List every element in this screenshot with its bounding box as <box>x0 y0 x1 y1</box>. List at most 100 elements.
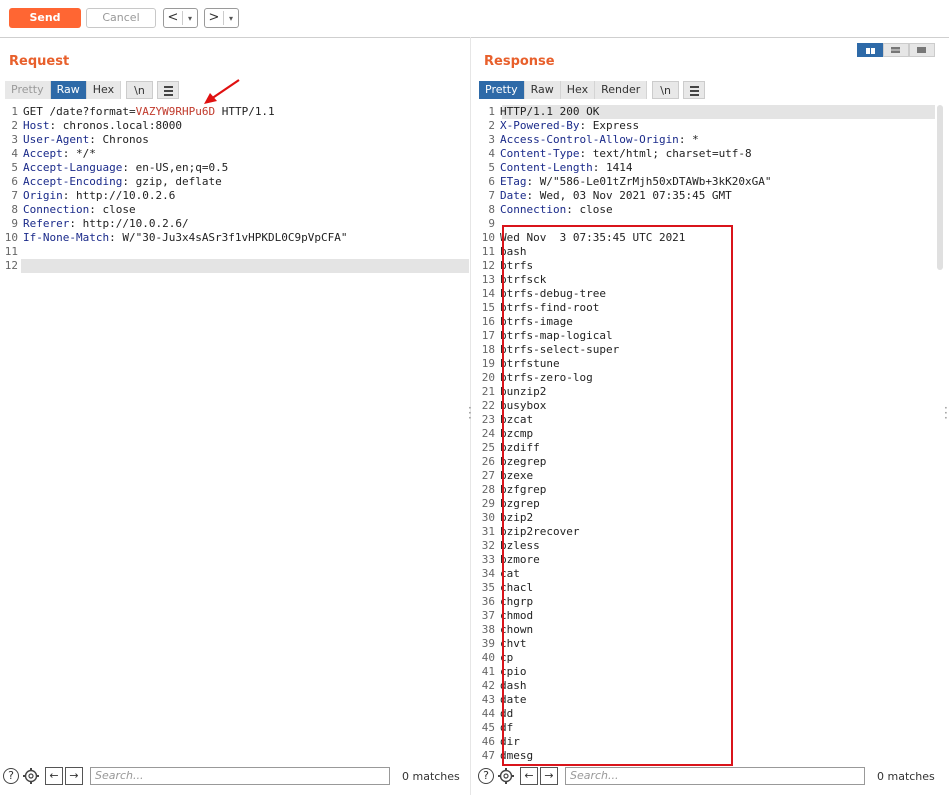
line-number: 41 <box>481 665 495 678</box>
header-line: 10 If-None-Match: W/"30-Ju3x4sASr3f1vHPKD… <box>0 231 468 245</box>
line-number: 10 <box>4 231 18 244</box>
header-value: close <box>102 203 136 216</box>
line-number: 30 <box>481 511 495 524</box>
next-match-icon[interactable]: → <box>65 767 83 785</box>
line-number: 15 <box>481 301 495 314</box>
tab-pretty[interactable]: Pretty <box>5 81 51 99</box>
header-value: chronos.local:8000 <box>62 119 182 132</box>
request-match-count: 0 matches <box>402 769 460 783</box>
single-pane-icon[interactable] <box>909 43 935 57</box>
header-line: 9 Referer: http://10.0.2.6/ <box>0 217 468 231</box>
previous-match-icon[interactable]: ← <box>45 767 63 785</box>
header-value: Chronos <box>102 133 149 146</box>
history-back-group[interactable]: < ▾ <box>163 8 198 28</box>
header-line: 8 Connection: close <box>0 203 468 217</box>
tab-pretty[interactable]: Pretty <box>479 81 525 99</box>
menu-icon[interactable] <box>156 81 179 99</box>
line-number: 13 <box>481 273 495 286</box>
line-number: 5 <box>488 161 495 174</box>
line-number: 11 <box>481 245 495 258</box>
header-name: Connection <box>23 203 90 216</box>
header-name: Content-Type <box>500 147 580 160</box>
status-line: 1 HTTP/1.1 200 OK <box>488 105 600 118</box>
header-line: 8 Connection: close <box>477 203 937 217</box>
line-number: 23 <box>481 413 495 426</box>
line-number: 8 <box>11 203 18 216</box>
tab-newline[interactable]: \n <box>652 81 679 99</box>
pane-resize-handle-icon[interactable]: · · · <box>468 402 472 424</box>
header-name: Host <box>23 119 50 132</box>
top-toolbar: Send Cancel < ▾ > ▾ <box>0 0 949 38</box>
chevron-down-icon[interactable]: ▾ <box>224 14 238 23</box>
line-number: 24 <box>481 427 495 440</box>
response-scrollbar[interactable] <box>937 105 943 270</box>
line-number: 36 <box>481 595 495 608</box>
response-match-count: 0 matches <box>877 769 935 783</box>
header-name: User-Agent <box>23 133 90 146</box>
tab-render[interactable]: Render <box>595 81 648 99</box>
chevron-down-icon[interactable]: ▾ <box>183 14 197 23</box>
help-icon[interactable]: ? <box>3 768 19 784</box>
header-line: 6 ETag: W/"586-Le01tZrMjh50xDTAWb+3kK20xG… <box>477 175 937 189</box>
tab-hex[interactable]: Hex <box>86 81 122 99</box>
line-number: 2 <box>488 119 495 132</box>
line-number: 7 <box>11 189 18 202</box>
header-line: 5 Accept-Language: en-US,en;q=0.5 <box>0 161 468 175</box>
layout-toggle <box>857 43 935 57</box>
header-name: Accept-Encoding <box>23 175 123 188</box>
line-number: 39 <box>481 637 495 650</box>
line-number: 46 <box>481 735 495 748</box>
previous-match-icon[interactable]: ← <box>520 767 538 785</box>
annotation-highlight-box <box>502 225 733 766</box>
settings-gear-icon[interactable] <box>497 767 515 785</box>
pane-resize-handle-icon[interactable]: · · · <box>944 402 948 424</box>
header-line: 2 Host: chronos.local:8000 <box>0 119 468 133</box>
line-number: 12 <box>4 259 18 272</box>
header-line: 3 Access-Control-Allow-Origin: * <box>477 133 937 147</box>
send-button[interactable]: Send <box>9 8 81 28</box>
settings-gear-icon[interactable] <box>22 767 40 785</box>
tab-newline[interactable]: \n <box>126 81 153 99</box>
header-line: 7 Date: Wed, 03 Nov 2021 07:35:45 GMT <box>477 189 937 203</box>
line-number: 19 <box>481 357 495 370</box>
line-number: 44 <box>481 707 495 720</box>
back-arrow-icon[interactable]: < <box>164 9 182 27</box>
header-line: 4 Content-Type: text/html; charset=utf-8 <box>477 147 937 161</box>
split-horizontal-icon[interactable] <box>857 43 883 57</box>
response-search-input[interactable]: Search... <box>565 767 865 785</box>
request-title: Request <box>9 54 70 69</box>
split-vertical-icon[interactable] <box>883 43 909 57</box>
header-value: */* <box>76 147 96 160</box>
line-number: 4 <box>11 147 18 160</box>
line-number: 3 <box>11 133 18 146</box>
header-name: Access-Control-Allow-Origin <box>500 133 679 146</box>
tab-raw[interactable]: Raw <box>524 81 561 99</box>
history-forward-group[interactable]: > ▾ <box>204 8 239 28</box>
response-title: Response <box>484 54 555 69</box>
header-name: Content-Length <box>500 161 593 174</box>
forward-arrow-icon[interactable]: > <box>205 9 223 27</box>
header-line: 7 Origin: http://10.0.2.6 <box>0 189 468 203</box>
request-search-bar: ? ← → Search... 0 matches <box>3 765 460 787</box>
request-search-input[interactable]: Search... <box>90 767 390 785</box>
line-number: 12 <box>481 259 495 272</box>
line-number: 28 <box>481 483 495 496</box>
line-number: 32 <box>481 539 495 552</box>
help-icon[interactable]: ? <box>478 768 494 784</box>
next-match-icon[interactable]: → <box>540 767 558 785</box>
line-number: 34 <box>481 567 495 580</box>
tab-hex[interactable]: Hex <box>560 81 596 99</box>
header-name: Origin <box>23 189 63 202</box>
tab-raw[interactable]: Raw <box>50 81 87 99</box>
line-number: 9 <box>11 217 18 230</box>
line-number: 9 <box>488 217 495 230</box>
header-name: Accept <box>23 147 63 160</box>
header-value: close <box>579 203 613 216</box>
menu-icon[interactable] <box>682 81 705 99</box>
request-editor[interactable]: 1 GET /date?format=VAZYW9RHPu6D HTTP/1.1 … <box>0 105 468 273</box>
header-value: gzip, deflate <box>135 175 222 188</box>
line-number: 6 <box>488 175 495 188</box>
cancel-button[interactable]: Cancel <box>86 8 156 28</box>
line-number: 37 <box>481 609 495 622</box>
line-number: 45 <box>481 721 495 734</box>
